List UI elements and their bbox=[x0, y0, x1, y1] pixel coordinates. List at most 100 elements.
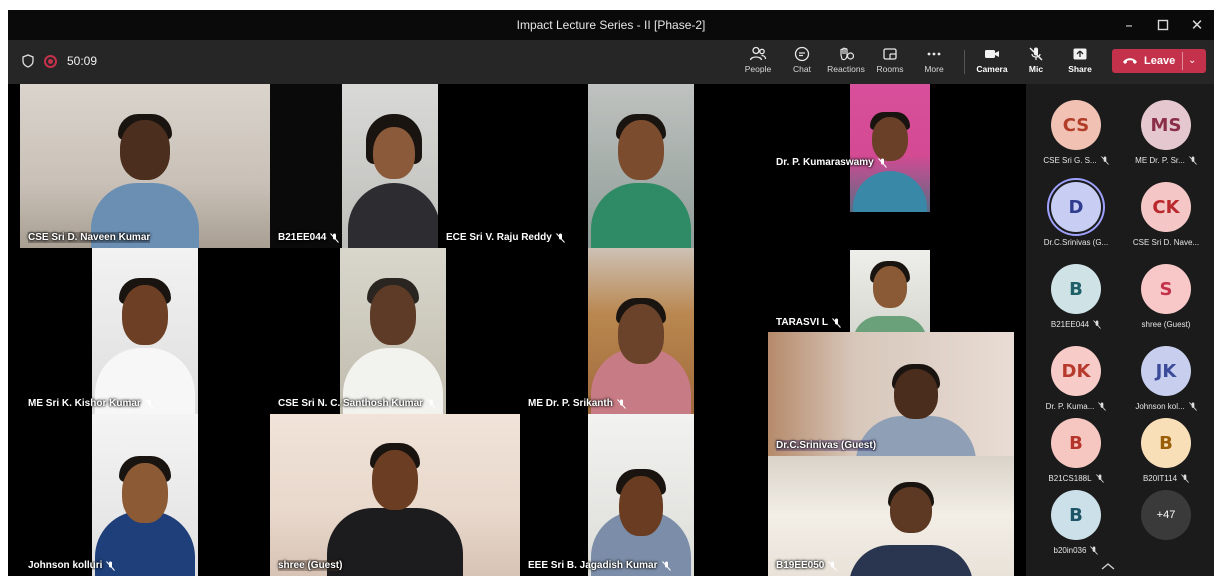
avatar: JK bbox=[1141, 346, 1191, 396]
participant-label: ME Dr. P. Sr... bbox=[1121, 156, 1211, 165]
more-participants-button[interactable]: +47 bbox=[1121, 490, 1211, 556]
participant-avatar-tile[interactable]: B B21CS188L bbox=[1031, 418, 1121, 484]
participant-label: B21EE044 bbox=[1031, 320, 1121, 329]
toolbar-divider bbox=[964, 50, 965, 74]
rooms-label: Rooms bbox=[876, 64, 904, 74]
participants-panel: CS CSE Sri G. S... MS ME Dr. P. Sr... D … bbox=[1026, 84, 1214, 576]
meeting-toolbar: 50:09 People Chat Reactions Rooms More C… bbox=[8, 40, 1214, 84]
participant-name-label: Dr. P. Kumaraswamy bbox=[776, 157, 887, 168]
participant-avatar-tile[interactable]: MS ME Dr. P. Sr... bbox=[1121, 100, 1211, 166]
mic-muted-icon bbox=[555, 232, 565, 243]
avatar: D bbox=[1051, 182, 1101, 232]
leave-label: Leave bbox=[1144, 55, 1176, 67]
participant-label: b20in036 bbox=[1031, 546, 1121, 555]
participant-label: shree (Guest) bbox=[1141, 320, 1191, 329]
participant-name-label: EEE Sri B. Jagadish Kumar bbox=[528, 560, 671, 571]
video-tile[interactable]: Dr.C.Srinivas (Guest) bbox=[768, 332, 1014, 456]
mic-muted-icon bbox=[616, 398, 626, 409]
mic-muted-icon bbox=[1188, 156, 1197, 165]
rooms-icon bbox=[883, 48, 897, 60]
participant-label: CSE Sri G. S... bbox=[1031, 156, 1121, 165]
video-tile[interactable]: B21EE044 bbox=[270, 84, 438, 248]
recording-icon bbox=[44, 54, 57, 68]
participant-avatar-tile[interactable]: D Dr.C.Srinivas (G... bbox=[1031, 182, 1121, 248]
avatar: DK bbox=[1051, 346, 1101, 396]
avatar: CS bbox=[1051, 100, 1101, 150]
rooms-button[interactable]: Rooms bbox=[868, 44, 912, 82]
video-tile[interactable]: Dr. P. Kumaraswamy bbox=[768, 84, 1014, 212]
avatar: MS bbox=[1141, 100, 1191, 150]
more-button[interactable]: More bbox=[912, 44, 956, 82]
leave-button[interactable]: Leave ⌄ bbox=[1112, 49, 1206, 73]
video-tile[interactable]: ME Dr. P. Srikanth bbox=[520, 248, 770, 414]
mic-muted-icon bbox=[1093, 320, 1102, 329]
camera-button[interactable]: Camera bbox=[970, 44, 1014, 82]
people-button[interactable]: People bbox=[736, 44, 780, 82]
mic-button[interactable]: Mic bbox=[1014, 44, 1058, 82]
participant-avatar-tile[interactable]: S shree (Guest) bbox=[1121, 264, 1211, 330]
avatar: B bbox=[1051, 418, 1101, 468]
people-label: People bbox=[744, 64, 772, 74]
teams-meeting-window: Impact Lecture Series - II [Phase-2] – ✕… bbox=[8, 10, 1214, 576]
mic-muted-icon bbox=[828, 560, 838, 571]
reactions-label: Reactions bbox=[827, 64, 865, 74]
participant-avatar-tile[interactable]: B B20IT114 bbox=[1121, 418, 1211, 484]
video-tile[interactable]: B19EE050 bbox=[768, 456, 1014, 576]
reactions-icon bbox=[840, 47, 855, 61]
video-tile[interactable]: ME Sri K. Kishor Kumar bbox=[20, 248, 270, 414]
participant-avatar-tile[interactable]: B B21EE044 bbox=[1031, 264, 1121, 330]
title-bar: Impact Lecture Series - II [Phase-2] – ✕ bbox=[8, 10, 1214, 40]
participant-name-label: ME Dr. P. Srikanth bbox=[528, 398, 626, 409]
chat-icon bbox=[794, 46, 810, 62]
participant-name-label: Dr.C.Srinivas (Guest) bbox=[776, 440, 877, 451]
participant-label: Johnson kol... bbox=[1121, 402, 1211, 411]
avatar: B bbox=[1141, 418, 1191, 468]
participant-name-label: CSE Sri D. Naveen Kumar bbox=[28, 232, 151, 243]
phone-hangup-icon bbox=[1123, 58, 1137, 64]
video-tile[interactable]: TARASVI L bbox=[768, 212, 1014, 332]
more-participants-count: +47 bbox=[1141, 490, 1191, 540]
shield-icon bbox=[22, 54, 34, 68]
mic-muted-icon bbox=[1181, 474, 1189, 483]
video-tile[interactable]: Johnson kolluri bbox=[20, 414, 270, 576]
video-tile[interactable]: ECE Sri V. Raju Reddy bbox=[438, 84, 768, 248]
mic-muted-icon bbox=[144, 398, 154, 409]
mic-label: Mic bbox=[1028, 64, 1044, 74]
share-button[interactable]: Share bbox=[1058, 44, 1102, 82]
participant-avatar-tile[interactable]: CS CSE Sri G. S... bbox=[1031, 100, 1121, 166]
mic-muted-icon bbox=[832, 317, 841, 328]
window-title: Impact Lecture Series - II [Phase-2] bbox=[516, 18, 706, 32]
chevron-down-icon[interactable]: ⌄ bbox=[1188, 49, 1196, 73]
avatar: S bbox=[1141, 264, 1191, 314]
video-tile[interactable]: shree (Guest) bbox=[270, 414, 520, 576]
participant-avatar-tile[interactable]: DK Dr. P. Kuma... bbox=[1031, 346, 1121, 412]
video-stage: CSE Sri D. Naveen Kumar B21EE044 ECE Sri… bbox=[8, 84, 1026, 576]
chat-button[interactable]: Chat bbox=[780, 44, 824, 82]
share-icon bbox=[1073, 48, 1087, 60]
participant-name-label: CSE Sri N. C. Santhosh Kumar bbox=[278, 398, 436, 409]
reactions-button[interactable]: Reactions bbox=[824, 44, 868, 82]
camera-label: Camera bbox=[976, 64, 1008, 74]
camera-icon bbox=[985, 50, 999, 58]
video-tile[interactable]: CSE Sri D. Naveen Kumar bbox=[20, 84, 270, 248]
participant-label: Dr. P. Kuma... bbox=[1031, 402, 1121, 411]
participant-avatar-tile[interactable]: CK CSE Sri D. Nave... bbox=[1121, 182, 1211, 248]
chevron-up-icon[interactable] bbox=[1096, 560, 1120, 572]
participant-name-label: shree (Guest) bbox=[278, 560, 343, 571]
mic-muted-icon bbox=[1090, 546, 1099, 555]
minimize-icon[interactable]: – bbox=[1112, 14, 1146, 36]
mic-muted-icon bbox=[1188, 402, 1197, 411]
share-label: Share bbox=[1068, 64, 1092, 74]
video-tile[interactable]: EEE Sri B. Jagadish Kumar bbox=[520, 414, 768, 576]
video-tile[interactable]: CSE Sri N. C. Santhosh Kumar bbox=[270, 248, 520, 414]
maximize-icon[interactable] bbox=[1146, 14, 1180, 36]
mic-muted-icon bbox=[1095, 474, 1104, 483]
avatar: B bbox=[1051, 264, 1101, 314]
participant-name-label: ME Sri K. Kishor Kumar bbox=[28, 398, 154, 409]
mic-muted-icon bbox=[427, 398, 436, 409]
close-icon[interactable]: ✕ bbox=[1180, 14, 1214, 36]
participant-avatar-tile[interactable]: B b20in036 bbox=[1031, 490, 1121, 556]
participant-avatar-tile[interactable]: JK Johnson kol... bbox=[1121, 346, 1211, 412]
participant-label: B20IT114 bbox=[1121, 474, 1211, 483]
mic-muted-icon bbox=[106, 560, 116, 571]
